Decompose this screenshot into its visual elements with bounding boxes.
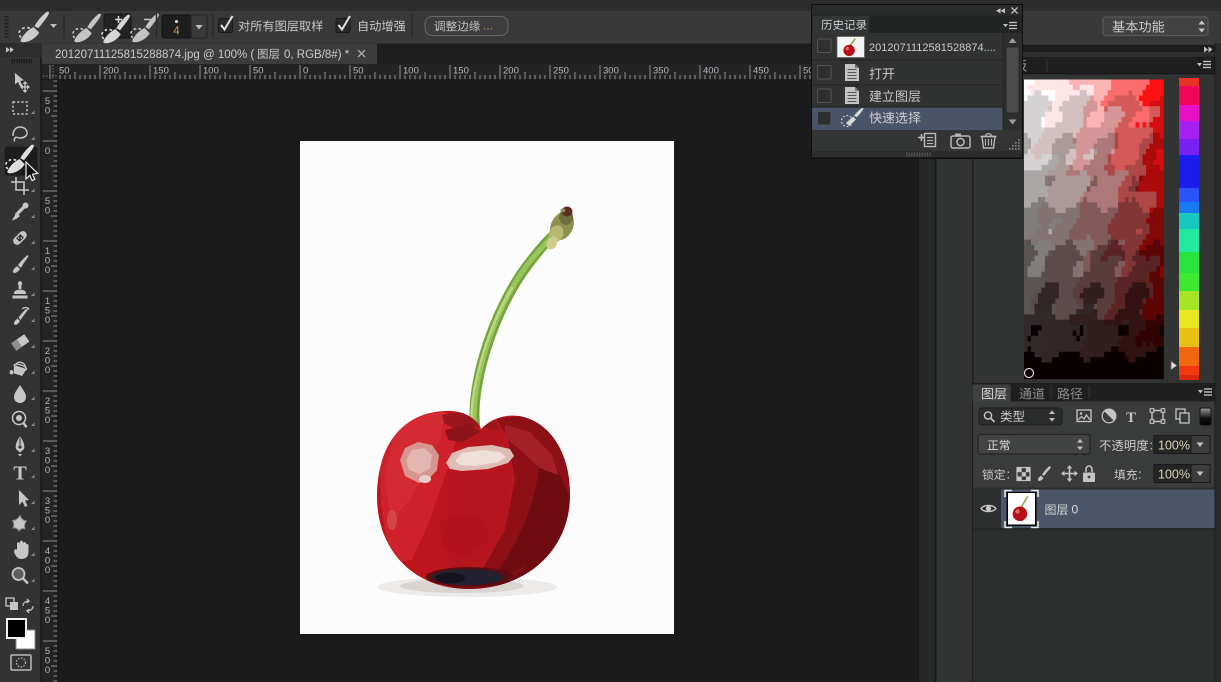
svg-text:350: 350 — [653, 66, 669, 77]
svg-text:0: 0 — [45, 565, 50, 576]
svg-text:0: 0 — [45, 106, 50, 117]
svg-text:0: 0 — [45, 365, 50, 376]
svg-text:100%: 100% — [1158, 439, 1190, 453]
svg-text:150: 150 — [153, 66, 169, 77]
svg-text:0: 0 — [45, 265, 50, 276]
svg-text::: : — [1150, 438, 1154, 453]
svg-text:4: 4 — [173, 26, 180, 38]
svg-text:50: 50 — [253, 66, 264, 77]
svg-text:0, RGB/8#) *: 0, RGB/8#) * — [284, 49, 350, 61]
svg-text:0: 0 — [303, 66, 308, 77]
svg-text::: : — [1138, 467, 1142, 482]
svg-text:200: 200 — [503, 66, 519, 77]
svg-text:300: 300 — [603, 66, 619, 77]
svg-text:0: 0 — [45, 665, 50, 676]
svg-text:2012071112581528874....: 2012071112581528874.... — [869, 42, 996, 54]
svg-text:0: 0 — [45, 615, 50, 626]
svg-text:T: T — [1126, 410, 1136, 426]
svg-text:0: 0 — [45, 515, 50, 526]
svg-text:200: 200 — [103, 66, 119, 77]
svg-text:400: 400 — [703, 66, 719, 77]
svg-text:0: 0 — [1072, 503, 1079, 517]
svg-text:0: 0 — [45, 465, 50, 476]
svg-text:20120711125815288874.jpg @ 100: 20120711125815288874.jpg @ 100% ( — [55, 49, 254, 61]
svg-text:50: 50 — [353, 66, 364, 77]
svg-text:450: 450 — [753, 66, 769, 77]
svg-text:100%: 100% — [1158, 468, 1190, 482]
svg-text:100: 100 — [403, 66, 419, 77]
svg-text:0: 0 — [45, 315, 50, 326]
svg-text:0: 0 — [45, 146, 50, 157]
svg-text:...: ... — [483, 19, 493, 33]
svg-text:0: 0 — [45, 206, 50, 217]
svg-text:50: 50 — [59, 66, 70, 77]
svg-text:250: 250 — [553, 66, 569, 77]
svg-text:100: 100 — [203, 66, 219, 77]
svg-text::: : — [1007, 467, 1011, 482]
svg-text:0: 0 — [45, 415, 50, 426]
svg-text:150: 150 — [453, 66, 469, 77]
svg-text:T: T — [13, 463, 27, 485]
